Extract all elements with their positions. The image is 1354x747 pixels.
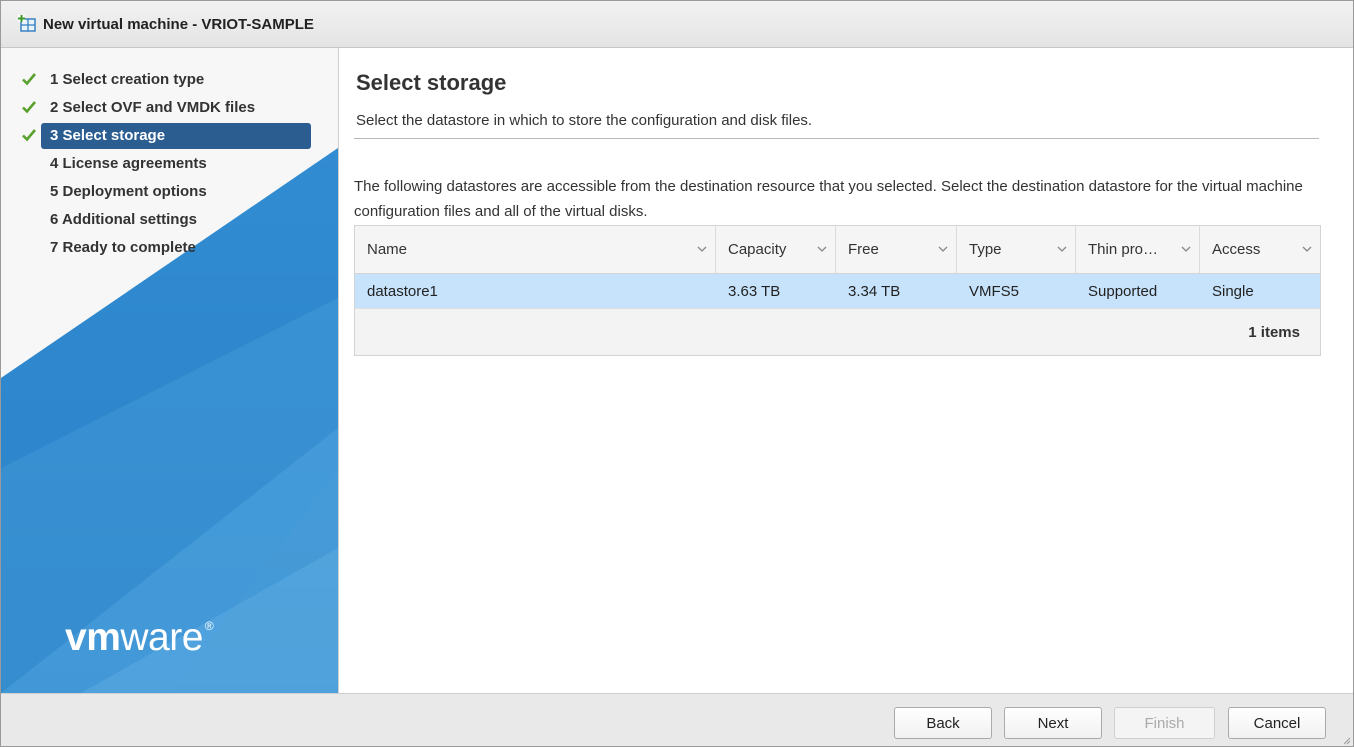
table-row[interactable]: datastore1 3.63 TB 3.34 TB VMFS5 Support… xyxy=(355,274,1320,308)
resize-grip-icon[interactable] xyxy=(1341,735,1351,745)
wizard-step-2[interactable]: 2 Select OVF and VMDK files xyxy=(1,94,338,122)
vmware-logo: vmware ® xyxy=(65,616,214,659)
wizard-sidebar: 1 Select creation type 2 Select OVF and … xyxy=(1,48,339,693)
wizard-step-5[interactable]: 5 Deployment options xyxy=(1,178,338,206)
item-count: 1 items xyxy=(1248,323,1300,341)
wizard-step-1[interactable]: 1 Select creation type xyxy=(1,66,338,94)
wizard-step-label: 2 Select OVF and VMDK files xyxy=(50,99,256,116)
chevron-down-icon[interactable] xyxy=(817,245,827,253)
cancel-button[interactable]: Cancel xyxy=(1228,707,1326,739)
checkmark-icon xyxy=(22,101,36,114)
cell-free: 3.34 TB xyxy=(848,282,901,300)
column-header-name[interactable]: Name xyxy=(355,226,716,273)
chevron-down-icon[interactable] xyxy=(1181,245,1191,253)
main-content: Select storage Select the datastore in w… xyxy=(354,48,1321,688)
chevron-down-icon[interactable] xyxy=(1057,245,1067,253)
column-header-capacity[interactable]: Capacity xyxy=(716,226,836,273)
column-header-type[interactable]: Type xyxy=(957,226,1076,273)
table-header: Name Capacity Free Type Thin pro… Access xyxy=(355,226,1320,274)
wizard-footer: Back Next Finish Cancel xyxy=(1,693,1353,746)
wizard-step-6[interactable]: 6 Additional settings xyxy=(1,206,338,234)
cell-type: VMFS5 xyxy=(969,282,1020,300)
page-subtitle: Select the datastore in which to store t… xyxy=(356,112,813,129)
wizard-step-4[interactable]: 4 License agreements xyxy=(1,150,338,178)
chevron-down-icon[interactable] xyxy=(697,245,707,253)
wizard-step-label: 4 License agreements xyxy=(50,155,207,172)
column-header-access[interactable]: Access xyxy=(1200,226,1320,273)
wizard-step-label: 3 Select storage xyxy=(50,127,166,144)
checkmark-icon xyxy=(22,73,36,86)
checkmark-icon xyxy=(22,129,36,142)
column-header-thin-provisioning[interactable]: Thin pro… xyxy=(1076,226,1200,273)
window-title: New virtual machine - VRIOT-SAMPLE xyxy=(43,15,314,33)
cell-name: datastore1 xyxy=(367,282,438,300)
page-title: Select storage xyxy=(356,70,507,95)
wizard-steps: 1 Select creation type 2 Select OVF and … xyxy=(1,66,338,262)
table-footer: 1 items xyxy=(355,308,1320,355)
divider xyxy=(354,138,1319,139)
next-button[interactable]: Next xyxy=(1004,707,1102,739)
cell-thin-provisioning: Supported xyxy=(1088,282,1158,300)
column-header-free[interactable]: Free xyxy=(836,226,957,273)
new-vm-icon xyxy=(18,15,36,32)
datastore-table: Name Capacity Free Type Thin pro… Access… xyxy=(354,225,1321,356)
title-bar: New virtual machine - VRIOT-SAMPLE xyxy=(1,1,1353,48)
wizard-step-7[interactable]: 7 Ready to complete xyxy=(1,234,338,262)
cell-access: Single xyxy=(1212,282,1254,300)
wizard-step-3[interactable]: 3 Select storage xyxy=(1,122,338,150)
cell-capacity: 3.63 TB xyxy=(728,282,781,300)
page-description: The following datastores are accessible … xyxy=(354,178,1303,220)
wizard-window: New virtual machine - VRIOT-SAMPLE 1 Sel… xyxy=(0,0,1354,747)
wizard-step-label: 5 Deployment options xyxy=(50,183,207,200)
wizard-step-label: 1 Select creation type xyxy=(50,71,205,88)
chevron-down-icon[interactable] xyxy=(1302,245,1312,253)
wizard-step-label: 7 Ready to complete xyxy=(50,239,196,256)
wizard-step-label: 6 Additional settings xyxy=(50,211,197,228)
finish-button[interactable]: Finish xyxy=(1114,707,1215,739)
back-button[interactable]: Back xyxy=(894,707,992,739)
chevron-down-icon[interactable] xyxy=(938,245,948,253)
